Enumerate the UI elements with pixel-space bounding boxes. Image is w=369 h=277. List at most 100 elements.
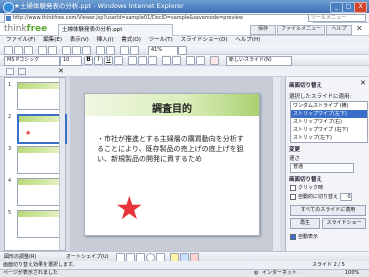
slide-title[interactable]: 調査目的	[85, 100, 259, 115]
transition-item[interactable]: ストリップワイプ (右下)	[291, 126, 367, 134]
speed-select[interactable]: 普通	[290, 163, 354, 173]
menu-bar: ファイル(F) 編集(E) 表示(V) 挿入(I) 書式(O) ツール(T) ス…	[0, 36, 369, 45]
menu-edit[interactable]: 編集(E)	[43, 37, 62, 43]
align-center-icon[interactable]	[138, 56, 147, 65]
slide-thumbnail-panel: 1 2 ★ 3 4 5	[4, 77, 67, 251]
search-input[interactable]: ツールメニュー	[308, 14, 366, 22]
slide-thumbnail[interactable]	[17, 178, 65, 206]
close-button[interactable]: X	[354, 2, 367, 13]
font-name-select[interactable]: MS Pゴシック	[4, 56, 60, 66]
thumb-number: 5	[8, 210, 12, 216]
auto-after-checkbox[interactable]: 自動的に切り替え 0	[290, 193, 352, 201]
redo-icon[interactable]	[106, 46, 115, 55]
auto-preview-checkbox[interactable]: 自動表示	[290, 233, 318, 240]
save-button[interactable]: 保存	[250, 25, 276, 35]
menu-insert[interactable]: 挿入(I)	[97, 37, 114, 43]
help-icon[interactable]	[178, 46, 187, 55]
cut-icon[interactable]	[62, 46, 71, 55]
font-grow-icon[interactable]	[186, 56, 195, 65]
transition-item[interactable]: ワンダムストライプ (横)	[291, 102, 367, 110]
font-shrink-icon[interactable]	[196, 56, 205, 65]
thinkfree-logo: thinkfree	[4, 24, 47, 34]
pane-title: 画面切り替え	[289, 83, 323, 89]
undo-icon[interactable]	[96, 46, 105, 55]
file-menu-button[interactable]: ファイルメニュー	[277, 25, 325, 35]
ie-icon	[3, 2, 14, 13]
thumb-number: 4	[8, 178, 12, 184]
slide-thumbnail[interactable]	[17, 82, 65, 110]
menu-format[interactable]: 書式(O)	[121, 37, 141, 43]
align-left-icon[interactable]	[128, 56, 137, 65]
star-icon[interactable]: ★	[115, 192, 144, 224]
font-color-icon[interactable]	[210, 56, 219, 65]
save-icon[interactable]	[24, 46, 33, 55]
paste-icon[interactable]	[82, 46, 91, 55]
page-icon	[6, 16, 11, 21]
menu-tools[interactable]: ツール(T)	[149, 37, 173, 43]
help-button[interactable]: ヘルプ	[326, 25, 352, 35]
menu-view[interactable]: 表示(V)	[70, 37, 89, 43]
slide-body[interactable]: ・市社が推進とする主婦層の購買動向を分析することにより、既存製品の売上げの底上げ…	[97, 134, 247, 164]
slideshow-button[interactable]: スライドショー	[322, 218, 366, 229]
transition-list[interactable]: ワンダムストライプ (横) ストリップワイプ(左下) ストリップワイプ(右) ス…	[290, 101, 368, 143]
pane-close-icon[interactable]: ✕	[360, 79, 366, 87]
menu-slideshow[interactable]: スライドショー(D)	[181, 37, 228, 43]
draw-menu[interactable]: 図形の調整(R)	[4, 253, 36, 260]
browser-status-text: ページが表示されました	[3, 270, 58, 276]
transition-item[interactable]: ストリップワイプ(右)	[291, 118, 367, 126]
thumb-number: 3	[8, 146, 12, 152]
apply-all-button[interactable]: すべてのスライドに適用	[290, 205, 366, 216]
chart-icon[interactable]	[130, 46, 139, 55]
slide-thumbnail[interactable]	[17, 210, 65, 238]
auto-preview-label: 自動表示	[298, 234, 319, 240]
slide-thumbnail[interactable]	[17, 146, 65, 174]
logo-free: free	[26, 24, 48, 34]
play-button[interactable]: 再生	[290, 218, 320, 229]
standard-toolbar: 41%	[0, 45, 369, 56]
auto-after-label: 自動的に切り替え	[298, 194, 339, 200]
preview-icon[interactable]	[48, 46, 57, 55]
panel-tabs-row: ✕	[0, 66, 369, 77]
shadow-icon[interactable]	[114, 56, 123, 65]
align-right-icon[interactable]	[148, 56, 157, 65]
thumbnail-scrollbar[interactable]	[59, 78, 65, 250]
underline-icon[interactable]: U	[104, 56, 113, 65]
new-slide-button[interactable]: 新しいスライド(N)	[226, 56, 292, 66]
slide[interactable]: 調査目的 ・市社が推進とする主婦層の購買動向を分析することにより、既存製品の売上…	[84, 93, 260, 236]
italic-icon[interactable]: I	[94, 56, 103, 65]
autoshape-menu[interactable]: オートシェイプ(U)	[66, 253, 109, 260]
thinkfree-bar: thinkfree 土婦体験発表の分析.ppt 保存 ファイルメニュー ヘルプ …	[0, 23, 369, 37]
font-size-select[interactable]: 10	[60, 56, 82, 66]
transition-item-selected[interactable]: ストリップワイプ(左下)	[291, 110, 367, 118]
copy-icon[interactable]	[72, 46, 81, 55]
menu-file[interactable]: ファイル(F)	[6, 37, 35, 43]
bold-icon[interactable]: B	[84, 56, 93, 65]
transition-task-pane: 画面切り替え ✕ 選択したスライドに適用: ワンダムストライプ (横) ストリッ…	[285, 77, 369, 251]
menu-help[interactable]: ヘルプ(H)	[235, 37, 260, 43]
transition-item[interactable]: ストリップ(左下)	[291, 134, 367, 142]
advance-label: 画面切り替え	[289, 177, 323, 183]
slides-tab[interactable]	[6, 68, 14, 75]
address-bar: http://www.thinkfree.com/Viewer.jsp?user…	[0, 13, 369, 24]
print-icon[interactable]	[38, 46, 47, 55]
on-click-checkbox[interactable]: クリック時	[290, 184, 323, 191]
auto-after-input[interactable]: 0	[339, 193, 352, 201]
speed-label: 速さ	[289, 156, 301, 162]
open-icon[interactable]	[14, 46, 23, 55]
drawing-toolbar: 図形の調整(R) オートシェイプ(U)	[0, 251, 369, 262]
zoom-level[interactable]: 100%	[345, 270, 359, 277]
bullets-icon[interactable]	[172, 56, 181, 65]
slide-canvas: 調査目的 ・市社が推進とする主婦層の購買動向を分析することにより、既存製品の売上…	[70, 77, 280, 251]
table-icon[interactable]	[120, 46, 129, 55]
security-zone: インターネット	[262, 270, 298, 276]
outline-tab[interactable]	[18, 68, 26, 75]
canvas-scrollbar[interactable]	[272, 77, 280, 251]
new-icon[interactable]	[4, 46, 13, 55]
globe-icon: ◍	[254, 270, 259, 276]
thumb-number: 1	[8, 82, 12, 88]
on-click-label: クリック時	[298, 185, 324, 191]
numbering-icon[interactable]	[162, 56, 171, 65]
slide-counter: スライド 2 / 5	[312, 262, 345, 268]
close-doc-icon[interactable]: ✕	[356, 24, 363, 33]
close-panel-icon[interactable]: ✕	[58, 67, 64, 75]
